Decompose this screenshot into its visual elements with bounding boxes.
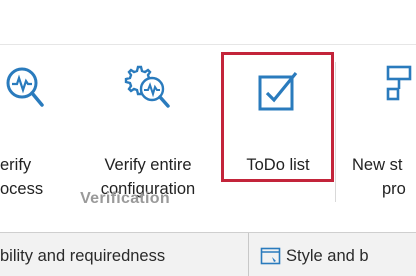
tab-style-behavior-label: Style and b: [286, 247, 369, 265]
tab-visibility-requiredness[interactable]: bility and requiredness: [0, 241, 165, 271]
magnifier-pulse-icon: [6, 67, 44, 107]
bottom-tab-bar: bility and requiredness Style and b: [0, 233, 416, 276]
structure-tree-icon: [386, 65, 412, 101]
tab-style-behavior[interactable]: Style and b: [258, 241, 369, 271]
style-icon: [260, 247, 281, 265]
tab-separator: [248, 233, 249, 276]
new-structure-label-1: New st: [352, 156, 403, 174]
group-separator: [335, 62, 336, 202]
new-structure-button[interactable]: New st pro: [342, 53, 416, 223]
verify-configuration-label-1: Verify entire: [104, 156, 192, 174]
group-label-verification: Verification: [80, 190, 170, 207]
verify-process-label-1: erify: [0, 156, 32, 174]
todo-highlight-frame: [221, 52, 334, 182]
ribbon-top-strip: [0, 0, 416, 45]
new-structure-label-2: pro: [382, 180, 406, 198]
ribbon: erify ocess Verify entire configuration: [0, 0, 416, 234]
gear-magnifier-icon: [124, 65, 170, 108]
